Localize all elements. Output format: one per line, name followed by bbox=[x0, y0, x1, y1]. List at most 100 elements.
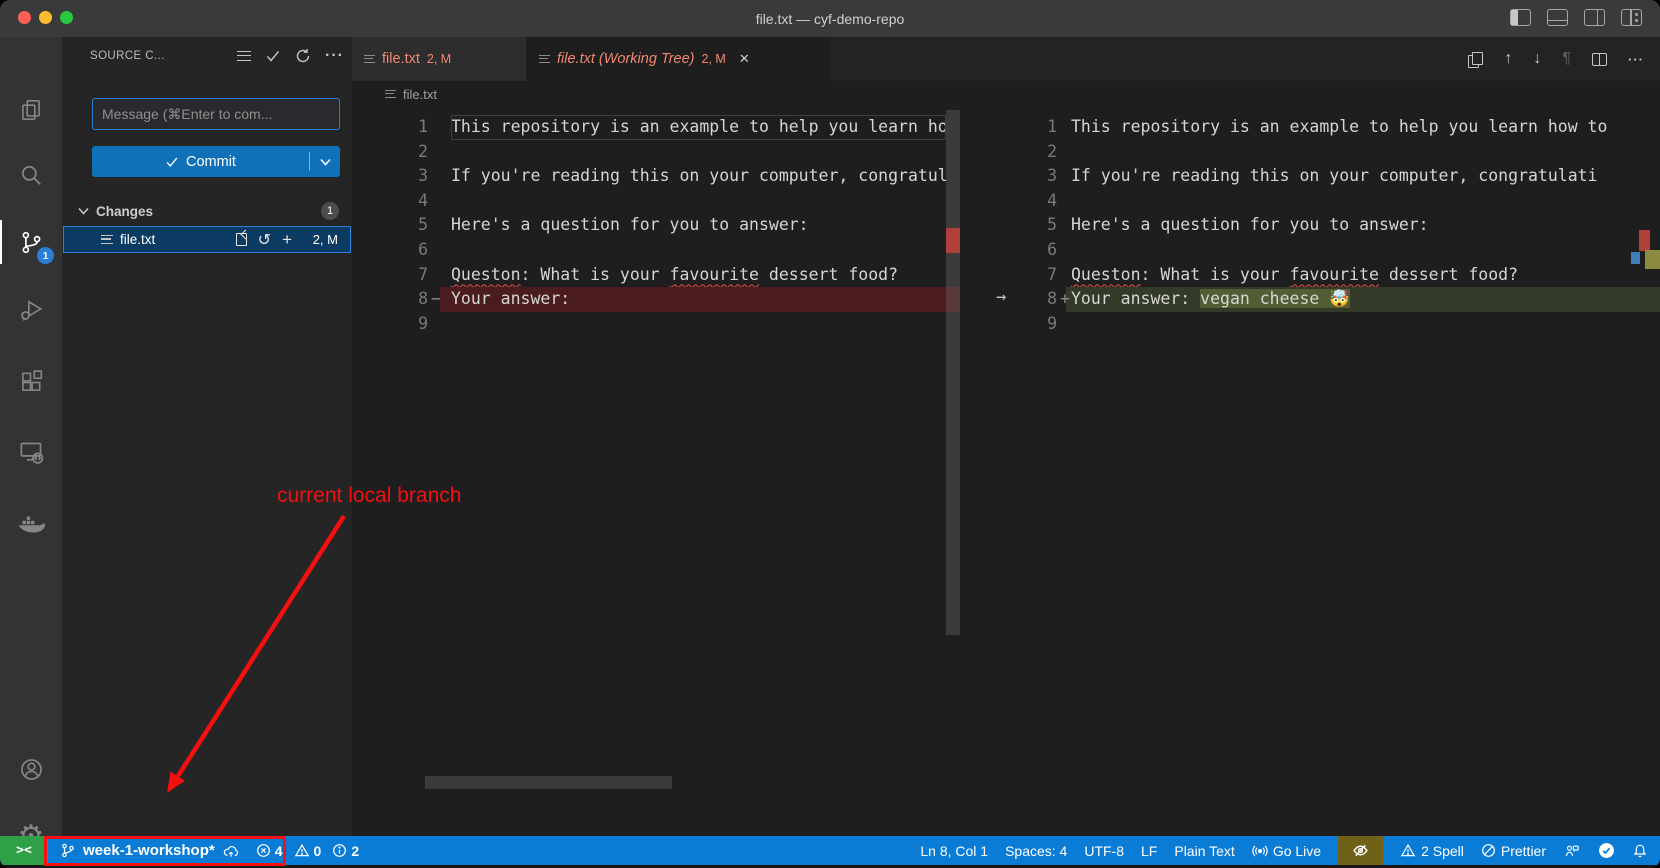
search-icon[interactable] bbox=[0, 149, 62, 201]
info-icon bbox=[332, 843, 347, 858]
source-control-title: SOURCE C... bbox=[90, 50, 165, 62]
code-line[interactable]: 9 bbox=[970, 312, 1660, 337]
run-debug-icon[interactable] bbox=[0, 284, 62, 336]
next-change-icon[interactable]: ↓ bbox=[1533, 50, 1541, 68]
code-line[interactable]: 8−Your answer: bbox=[352, 287, 960, 312]
code-line[interactable]: 1This repository is an example to help y… bbox=[352, 115, 960, 140]
code-line[interactable]: 5Here's a question for you to answer: bbox=[352, 213, 960, 238]
code-line[interactable]: 8+Your answer: vegan cheese 🤯 bbox=[970, 287, 1660, 312]
info-count: 2 bbox=[351, 843, 359, 859]
status-bar-right: Ln 8, Col 1 Spaces: 4 UTF-8 LF Plain Tex… bbox=[920, 836, 1660, 865]
code-line[interactable]: 7Queston: What is your favourite dessert… bbox=[970, 263, 1660, 288]
code-text: Your answer: vegan cheese 🤯 bbox=[1071, 287, 1616, 312]
misspelled-word: Queston bbox=[451, 265, 521, 284]
language-mode[interactable]: Plain Text bbox=[1174, 836, 1234, 865]
breadcrumb-file: file.txt bbox=[403, 87, 437, 102]
refresh-icon[interactable] bbox=[295, 48, 311, 64]
git-branch-icon bbox=[60, 842, 76, 859]
code-line[interactable]: 9 bbox=[352, 312, 960, 337]
docker-icon[interactable] bbox=[0, 498, 62, 550]
changes-label: Changes bbox=[96, 204, 153, 219]
feedback-button[interactable] bbox=[1563, 836, 1581, 865]
branch-indicator[interactable]: week-1-workshop* bbox=[60, 836, 240, 865]
close-tab-icon[interactable]: ✕ bbox=[739, 51, 750, 67]
check-circle-icon bbox=[1598, 842, 1615, 859]
code-line[interactable]: 6 bbox=[352, 238, 960, 263]
annotation-label: current local branch bbox=[277, 484, 461, 508]
prettier-status[interactable]: Prettier bbox=[1481, 836, 1546, 865]
code-line[interactable]: 2 bbox=[352, 140, 960, 165]
horizontal-scrollbar[interactable] bbox=[425, 776, 672, 789]
code-text: This repository is an example to help yo… bbox=[451, 115, 946, 140]
split-editor-icon[interactable] bbox=[1592, 53, 1607, 66]
broadcast-icon bbox=[1252, 843, 1268, 859]
layout-controls bbox=[1510, 9, 1642, 26]
open-changes-icon[interactable] bbox=[1468, 52, 1483, 66]
error-lens-toggle[interactable] bbox=[1338, 836, 1383, 865]
code-line[interactable]: 7Queston: What is your favourite dessert… bbox=[352, 263, 960, 288]
spell-checker-status[interactable]: 2 Spell bbox=[1400, 836, 1464, 865]
tab-file-txt[interactable]: file.txt 2, M bbox=[352, 37, 527, 81]
stage-changes-icon[interactable]: + bbox=[282, 230, 292, 250]
changed-file-row[interactable]: file.txt ↺ + 2, M bbox=[63, 226, 351, 253]
source-control-icon[interactable]: 1 bbox=[0, 216, 62, 268]
code-line[interactable]: 5Here's a question for you to answer: bbox=[970, 213, 1660, 238]
warning-icon bbox=[1400, 843, 1416, 858]
status-check-button[interactable] bbox=[1598, 836, 1615, 865]
commit-button-label: Commit bbox=[186, 154, 236, 170]
text-file-icon bbox=[539, 55, 550, 63]
error-icon bbox=[256, 843, 271, 858]
eol-sequence[interactable]: LF bbox=[1141, 836, 1157, 865]
indentation[interactable]: Spaces: 4 bbox=[1005, 836, 1067, 865]
code-text: Queston: What is your favourite dessert … bbox=[1071, 263, 1616, 288]
code-line[interactable]: 6 bbox=[970, 238, 1660, 263]
commit-message-input[interactable] bbox=[92, 98, 340, 130]
remote-indicator[interactable]: >< bbox=[0, 836, 48, 865]
tab-label: file.txt bbox=[382, 51, 420, 67]
more-actions-icon[interactable]: ··· bbox=[1628, 52, 1644, 67]
remote-explorer-icon[interactable] bbox=[0, 426, 62, 478]
extensions-icon[interactable] bbox=[0, 356, 62, 408]
changes-section-header[interactable]: Changes 1 bbox=[62, 198, 352, 224]
encoding[interactable]: UTF-8 bbox=[1084, 836, 1124, 865]
explorer-icon[interactable] bbox=[0, 84, 62, 136]
toggle-secondary-sidebar-icon[interactable] bbox=[1584, 9, 1605, 26]
toggle-whitespace-icon[interactable]: ¶ bbox=[1562, 50, 1571, 68]
commit-button[interactable]: Commit bbox=[92, 146, 340, 177]
go-live-button[interactable]: Go Live bbox=[1252, 836, 1321, 865]
accounts-icon[interactable] bbox=[0, 743, 62, 795]
warning-count: 0 bbox=[314, 843, 322, 859]
customize-layout-icon[interactable] bbox=[1621, 9, 1642, 26]
vertical-scrollbar[interactable] bbox=[946, 110, 960, 635]
more-actions-icon[interactable]: ··· bbox=[325, 47, 344, 65]
code-line[interactable]: 3If you're reading this on your computer… bbox=[970, 164, 1660, 189]
code-line[interactable]: 4 bbox=[970, 189, 1660, 214]
modified-code: 1This repository is an example to help y… bbox=[970, 115, 1660, 336]
breadcrumb[interactable]: file.txt bbox=[352, 81, 1660, 107]
activity-bar: 1 ⚙ 1 bbox=[0, 37, 62, 836]
editor-actions: ↑ ↓ ¶ ··· bbox=[1468, 37, 1644, 81]
problems-indicator[interactable]: 4 0 2 bbox=[256, 836, 366, 865]
code-line[interactable]: 4 bbox=[352, 189, 960, 214]
diff-modified-pane[interactable]: 1This repository is an example to help y… bbox=[970, 107, 1660, 836]
code-text: If you're reading this on your computer,… bbox=[451, 164, 946, 189]
discard-changes-icon[interactable]: ↺ bbox=[258, 230, 271, 250]
line-number: 2 bbox=[970, 140, 1057, 165]
diff-sash[interactable] bbox=[960, 107, 970, 836]
tab-file-txt-working-tree[interactable]: file.txt (Working Tree) 2, M ✕ bbox=[527, 37, 830, 81]
remote-icon: >< bbox=[16, 843, 32, 858]
commit-dropdown-button[interactable] bbox=[310, 158, 340, 166]
diff-original-pane[interactable]: 1This repository is an example to help y… bbox=[352, 107, 960, 836]
view-mode-icon[interactable] bbox=[237, 51, 251, 61]
toggle-panel-icon[interactable] bbox=[1547, 9, 1568, 26]
toggle-sidebar-icon[interactable] bbox=[1510, 9, 1531, 26]
notifications-bell-button[interactable] bbox=[1632, 836, 1648, 865]
revert-change-arrow-icon[interactable]: → bbox=[996, 287, 1006, 307]
code-line[interactable]: 2 bbox=[970, 140, 1660, 165]
commit-check-icon[interactable] bbox=[265, 48, 281, 64]
open-file-icon[interactable] bbox=[236, 233, 247, 246]
code-line[interactable]: 3If you're reading this on your computer… bbox=[352, 164, 960, 189]
code-line[interactable]: 1This repository is an example to help y… bbox=[970, 115, 1660, 140]
cursor-position[interactable]: Ln 8, Col 1 bbox=[920, 836, 988, 865]
previous-change-icon[interactable]: ↑ bbox=[1504, 50, 1512, 68]
